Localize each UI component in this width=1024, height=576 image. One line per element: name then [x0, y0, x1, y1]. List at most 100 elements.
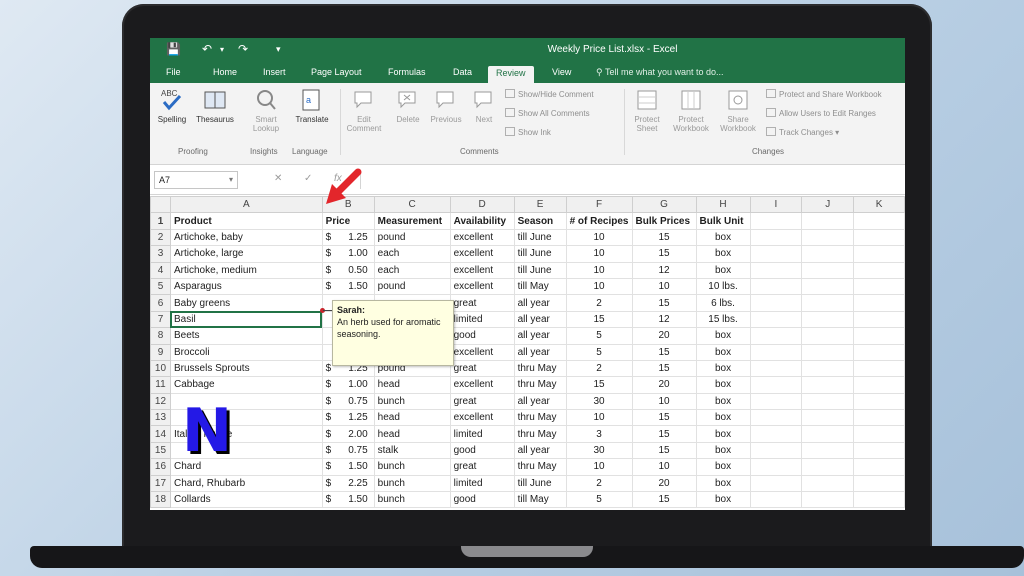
column-header-g[interactable]: G — [631, 195, 697, 214]
empty-cell[interactable] — [749, 228, 803, 247]
table-cell[interactable]: box — [695, 376, 751, 394]
empty-cell[interactable] — [801, 310, 855, 329]
show-hide-comment-button[interactable]: Show/Hide Comment — [505, 89, 594, 99]
table-cell[interactable]: all year — [513, 327, 567, 345]
table-cell[interactable]: 20 — [631, 327, 697, 345]
table-cell[interactable]: good — [449, 327, 515, 345]
row-number[interactable]: 16 — [150, 458, 171, 476]
table-cell[interactable]: 15 — [631, 359, 697, 378]
table-cell[interactable]: $0.75 — [321, 441, 375, 460]
table-cell[interactable]: excellent — [449, 343, 515, 361]
table-cell[interactable]: 10 — [631, 277, 697, 296]
empty-cell[interactable] — [749, 474, 803, 493]
table-cell[interactable]: 10 — [565, 261, 633, 279]
empty-cell[interactable] — [801, 343, 855, 361]
table-cell[interactable]: thru May — [513, 425, 567, 443]
protect-and-share-button[interactable]: Protect and Share Workbook — [766, 89, 882, 99]
table-cell[interactable]: Artichoke, large — [169, 245, 323, 263]
empty-cell[interactable] — [801, 491, 855, 509]
spelling-button[interactable]: ABC Spelling — [154, 87, 190, 124]
empty-cell[interactable] — [749, 294, 803, 312]
edit-comment-button[interactable]: Edit Comment — [344, 87, 384, 133]
empty-cell[interactable] — [853, 228, 905, 247]
row-number[interactable]: 4 — [150, 261, 171, 279]
table-cell[interactable]: all year — [513, 294, 567, 312]
table-cell[interactable]: $1.50 — [321, 458, 375, 476]
table-cell[interactable]: each — [373, 261, 451, 279]
row-number[interactable]: 10 — [150, 359, 171, 378]
table-cell[interactable]: $1.00 — [321, 376, 375, 394]
empty-cell[interactable] — [853, 261, 905, 279]
empty-cell[interactable] — [853, 359, 905, 378]
table-cell[interactable]: 10 — [565, 277, 633, 296]
tab-view[interactable]: View — [552, 67, 571, 77]
table-cell[interactable]: Chard, Rhubarb — [169, 474, 323, 493]
table-cell[interactable]: box — [695, 425, 751, 443]
table-cell[interactable]: 15 lbs. — [695, 310, 751, 329]
table-cell[interactable]: good — [449, 491, 515, 509]
table-cell[interactable]: 10 — [565, 458, 633, 476]
empty-cell[interactable] — [853, 310, 905, 329]
allow-users-button[interactable]: Allow Users to Edit Ranges — [766, 108, 876, 118]
cancel-icon[interactable]: ✕ — [274, 173, 282, 184]
row-number[interactable]: 9 — [150, 343, 171, 361]
header-cell-price[interactable]: Price — [321, 212, 375, 230]
table-cell[interactable]: box — [695, 228, 751, 247]
row-number[interactable]: 5 — [150, 277, 171, 296]
table-cell[interactable]: Asparagus — [169, 277, 323, 296]
table-cell[interactable]: box — [695, 392, 751, 411]
empty-cell[interactable] — [801, 376, 855, 394]
tab-file[interactable]: File — [166, 67, 181, 77]
column-header-k[interactable]: K — [853, 195, 905, 214]
table-cell[interactable]: $1.25 — [321, 228, 375, 247]
table-cell[interactable]: $0.50 — [321, 261, 375, 279]
table-cell[interactable]: all year — [513, 441, 567, 460]
table-cell[interactable]: 12 — [631, 261, 697, 279]
column-header-c[interactable]: C — [373, 195, 451, 214]
row-number[interactable]: 3 — [150, 245, 171, 263]
table-cell[interactable]: 15 — [631, 245, 697, 263]
table-cell[interactable]: $1.25 — [321, 409, 375, 427]
table-cell[interactable]: box — [695, 343, 751, 361]
previous-comment-button[interactable]: Previous — [426, 87, 466, 124]
table-cell[interactable]: 15 — [631, 425, 697, 443]
empty-cell[interactable] — [853, 392, 905, 411]
empty-cell[interactable] — [801, 277, 855, 296]
table-cell[interactable]: 15 — [631, 294, 697, 312]
worksheet-grid[interactable]: A B C D E F G H I J K 1 Product Price Me… — [150, 195, 905, 510]
table-cell[interactable]: thru May — [513, 409, 567, 427]
show-all-comments-button[interactable]: Show All Comments — [505, 108, 590, 118]
table-cell[interactable]: box — [695, 458, 751, 476]
empty-cell[interactable] — [801, 409, 855, 427]
empty-cell[interactable] — [801, 212, 855, 230]
table-cell[interactable]: head — [373, 376, 451, 394]
empty-cell[interactable] — [853, 441, 905, 460]
row-number[interactable]: 13 — [150, 409, 171, 427]
tab-formulas[interactable]: Formulas — [388, 67, 426, 77]
table-cell[interactable]: 3 — [565, 425, 633, 443]
table-cell[interactable]: box — [695, 474, 751, 493]
table-cell[interactable]: 15 — [565, 376, 633, 394]
table-cell[interactable]: great — [449, 359, 515, 378]
protect-sheet-button[interactable]: Protect Sheet — [628, 87, 666, 133]
smart-lookup-button[interactable]: Smart Lookup — [246, 87, 286, 133]
empty-cell[interactable] — [749, 441, 803, 460]
table-cell[interactable]: 15 — [631, 491, 697, 509]
tab-data[interactable]: Data — [453, 67, 472, 77]
table-cell[interactable]: Artichoke, medium — [169, 261, 323, 279]
empty-cell[interactable] — [853, 409, 905, 427]
table-cell[interactable]: each — [373, 245, 451, 263]
track-changes-button[interactable]: Track Changes ▾ — [766, 127, 839, 137]
empty-cell[interactable] — [749, 310, 803, 329]
empty-cell[interactable] — [853, 474, 905, 493]
column-header-h[interactable]: H — [695, 195, 751, 214]
row-number[interactable]: 17 — [150, 474, 171, 493]
name-box[interactable]: A7 ▾ — [154, 171, 238, 189]
table-cell[interactable]: head — [373, 425, 451, 443]
table-cell[interactable]: $0.75 — [321, 392, 375, 411]
delete-comment-button[interactable]: Delete — [390, 87, 426, 124]
table-cell[interactable]: 5 — [565, 327, 633, 345]
header-cell-measurement[interactable]: Measurement — [373, 212, 451, 230]
tab-review[interactable]: Review — [488, 66, 534, 83]
empty-cell[interactable] — [801, 228, 855, 247]
